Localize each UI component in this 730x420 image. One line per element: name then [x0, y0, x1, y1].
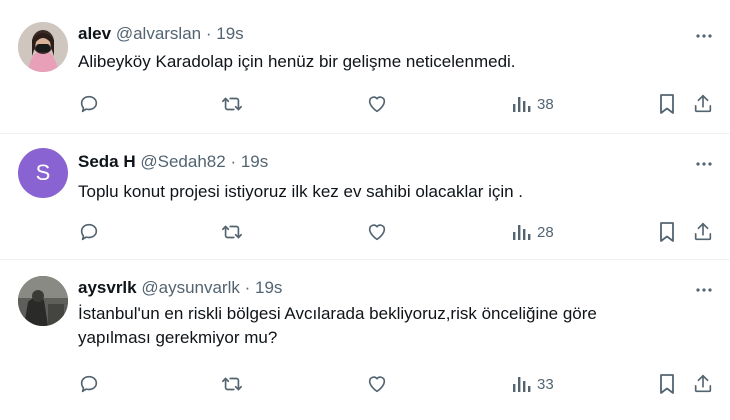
tweet-actions: 28 — [78, 220, 718, 244]
tweet-text: Toplu konut projesi istiyoruz ilk kez ev… — [78, 182, 524, 201]
tweet-feed: alev @alvarslan · 19s Alibeyköy Karadola… — [0, 0, 730, 420]
views-icon — [513, 225, 531, 240]
reply-icon[interactable] — [78, 220, 100, 244]
share-icon[interactable] — [692, 372, 714, 396]
tweet-header: aysvrlk @aysunvarlk · 19s — [78, 278, 282, 298]
display-name[interactable]: aysvrlk — [78, 278, 137, 297]
user-handle[interactable]: @aysunvarlk — [141, 278, 240, 297]
avatar[interactable]: S — [18, 148, 68, 198]
like-icon[interactable] — [366, 372, 388, 396]
bookmark-icon[interactable] — [657, 220, 677, 244]
timestamp[interactable]: 19s — [255, 278, 282, 297]
share-icon[interactable] — [692, 92, 714, 116]
avatar[interactable] — [18, 276, 68, 326]
bookmark-icon[interactable] — [657, 92, 677, 116]
views-button[interactable]: 38 — [511, 92, 554, 116]
views-icon — [513, 97, 531, 112]
retweet-icon[interactable] — [220, 372, 244, 396]
tweet[interactable]: alev @alvarslan · 19s Alibeyköy Karadola… — [0, 0, 730, 134]
tweet[interactable]: S Seda H @Sedah82 · 19s Toplu konut proj… — [0, 134, 730, 260]
more-horizontal-icon[interactable] — [694, 154, 714, 174]
timestamp[interactable]: 19s — [216, 24, 243, 43]
views-count: 33 — [537, 375, 554, 393]
tweet-text-line: yapılması gerekmiyor mu? — [78, 328, 278, 347]
reply-icon[interactable] — [78, 92, 100, 116]
views-button[interactable]: 33 — [511, 372, 554, 396]
tweet[interactable]: aysvrlk @aysunvarlk · 19s İstanbul'un en… — [0, 260, 730, 420]
tweet-header: Seda H @Sedah82 · 19s — [78, 152, 268, 172]
separator-dot: · — [244, 278, 251, 297]
views-count: 28 — [537, 223, 554, 241]
avatar-letter: S — [35, 160, 51, 185]
display-name[interactable]: Seda H — [78, 152, 136, 171]
tweet-actions: 33 — [78, 372, 718, 396]
more-horizontal-icon[interactable] — [694, 26, 714, 46]
separator-dot: · — [230, 152, 237, 171]
like-icon[interactable] — [366, 220, 388, 244]
user-handle[interactable]: @Sedah82 — [140, 152, 225, 171]
separator-dot: · — [205, 24, 212, 43]
tweet-text: Alibeyköy Karadolap için henüz bir geliş… — [78, 52, 516, 71]
tweet-text-line: İstanbul'un en riskli bölgesi Avcılarada… — [78, 304, 597, 323]
views-button[interactable]: 28 — [511, 220, 554, 244]
views-count: 38 — [537, 95, 554, 113]
avatar[interactable] — [18, 22, 68, 72]
like-icon[interactable] — [366, 92, 388, 116]
retweet-icon[interactable] — [220, 92, 244, 116]
tweet-actions: 38 — [78, 92, 718, 116]
more-horizontal-icon[interactable] — [694, 280, 714, 300]
retweet-icon[interactable] — [220, 220, 244, 244]
reply-icon[interactable] — [78, 372, 100, 396]
user-handle[interactable]: @alvarslan — [116, 24, 201, 43]
tweet-text: İstanbul'un en riskli bölgesi Avcılarada… — [78, 302, 698, 350]
bookmark-icon[interactable] — [657, 372, 677, 396]
share-icon[interactable] — [692, 220, 714, 244]
tweet-header: alev @alvarslan · 19s — [78, 24, 244, 44]
views-icon — [513, 377, 531, 392]
timestamp[interactable]: 19s — [241, 152, 268, 171]
display-name[interactable]: alev — [78, 24, 111, 43]
